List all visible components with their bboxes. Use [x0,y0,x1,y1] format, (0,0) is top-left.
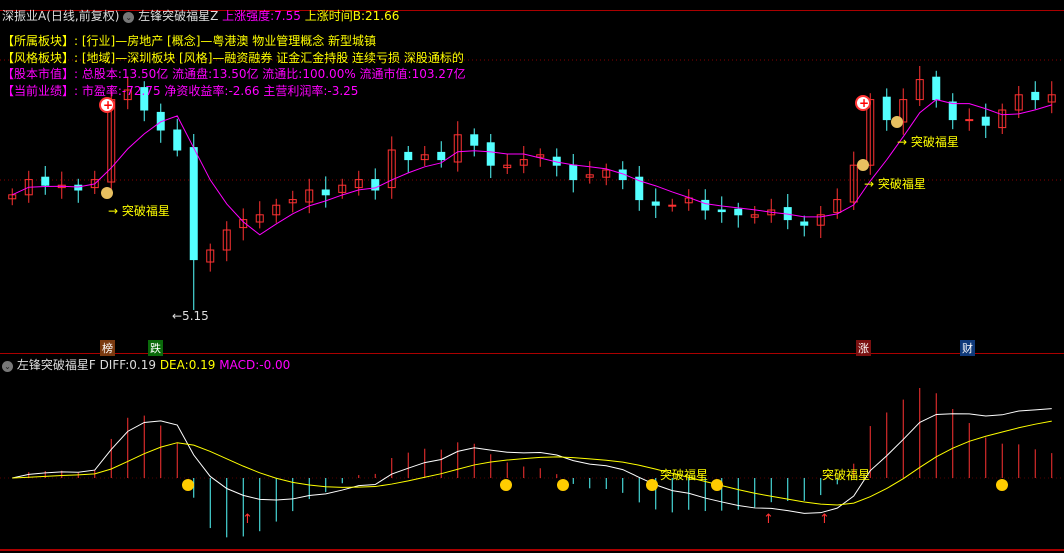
dea-label: DEA: [159,358,189,372]
info-row: 【所属板块】: [行业]—房地产 [概念]—粤港澳 物业管理概念 新型城镇 [2,33,466,50]
lower-header: ⌄ 左锋突破福星F DIFF:0.19 DEA:0.19 MACD:-0.00 [2,356,290,373]
info-text: 市盈率:-72.75 净资收益率:-2.66 主营利润率:-3.25 [81,83,359,98]
macd-value: -0.00 [259,358,291,372]
tag-bang[interactable]: 榜 [100,340,115,356]
candle-body [486,142,495,166]
candle-body [932,76,941,101]
macd-label: MACD: [219,358,260,372]
candle-body [701,199,710,211]
diff-value: 0.19 [129,358,156,372]
candle-body [189,147,198,261]
candle-body [470,134,479,146]
lower-signal-label: 突破福星 [660,468,709,482]
info-row: 【股本市值】: 总股本:13.50亿 流通盘:13.50亿 流通比:100.00… [2,66,466,83]
diff-label: DIFF: [99,358,130,372]
candle-body [800,221,809,226]
candle-body [882,96,891,121]
smiley-icon [500,479,512,491]
smiley-icon [996,479,1008,491]
smiley-icon [182,479,194,491]
dropdown-icon[interactable]: ⌄ [2,361,13,372]
candle-body [41,176,50,186]
candle-body [651,201,660,206]
tag-die[interactable]: 跌 [148,340,163,356]
stock-name: 深振业A [2,9,47,23]
diff-line [12,408,1052,514]
info-label: 【股本市值】: [2,67,79,81]
strength-value: 7.55 [274,9,301,23]
candle-body [948,101,957,121]
time-value: 21.66 [365,9,400,23]
info-row: 【当前业绩】: 市盈率:-72.75 净资收益率:-2.66 主营利润率:-3.… [2,83,466,100]
dea-line [12,420,1052,506]
signal-label: → 突破福星 [897,135,959,149]
strength-label: 上涨强度: [222,9,275,23]
info-panel: 【所属板块】: [行业]—房地产 [概念]—粤港澳 物业管理概念 新型城镇 【风格… [2,33,466,99]
tag-zhang[interactable]: 涨 [856,340,871,356]
info-text: [地域]—深圳板块 [风格]—融资融券 证金汇金持股 连续亏损 深股通标的 [81,50,464,65]
info-label: 【风格板块】: [2,50,79,65]
low-price-label: ←5.15 [172,309,209,323]
indicator-name[interactable]: 左锋突破福星Z [138,9,218,23]
money-bag-icon [101,187,113,199]
candle-body [404,151,413,161]
plus-icon-glyph: + [859,96,869,110]
candle-body [981,116,990,126]
money-bag-icon [891,116,903,128]
chart-header: 深振业A(日线,前复权) ⌄ 左锋突破福星Z 上涨强度:7.55 上涨时间B:2… [2,7,399,24]
info-row: 【风格板块】: [地域]—深圳板块 [风格]—融资融券 证金汇金持股 连续亏损 … [2,50,466,67]
smiley-icon [557,479,569,491]
up-arrow-icon: ↑ [819,512,830,527]
info-text: [行业]—房地产 [概念]—粤港澳 物业管理概念 新型城镇 [81,34,377,48]
candle-body [437,151,446,161]
candle-body [1031,91,1040,101]
tag-cai[interactable]: 财 [960,340,975,356]
lower-signal-label: 突破福星 [822,468,871,482]
up-arrow-icon: ↑ [242,512,253,527]
info-label: 【所属板块】: [2,34,79,48]
dropdown-icon[interactable]: ⌄ [123,12,135,23]
dea-value: 0.19 [188,358,216,372]
candle-body [569,164,578,181]
candle-body [965,119,974,122]
candle-body [321,189,330,196]
lower-indicator-name[interactable]: 左锋突破福星F [17,358,96,372]
candle-body [74,184,83,191]
period[interactable]: (日线,前复权) [46,9,119,23]
smiley-icon [711,479,723,491]
candle-body [734,208,743,216]
plus-icon-glyph: + [103,98,113,112]
money-bag-icon [857,159,869,171]
candle-body [173,129,182,151]
candle-body [668,204,677,207]
candle-body [717,209,726,213]
up-arrow-icon: ↑ [763,512,774,527]
signal-label: → 突破福星 [864,177,926,191]
info-text: 总股本:13.50亿 流通盘:13.50亿 流通比:100.00% 流通市值:1… [81,67,466,81]
signal-label: → 突破福星 [108,204,170,218]
time-label: 上涨时间B: [304,9,365,23]
info-label: 【当前业绩】: [2,83,79,98]
smiley-icon [646,479,658,491]
